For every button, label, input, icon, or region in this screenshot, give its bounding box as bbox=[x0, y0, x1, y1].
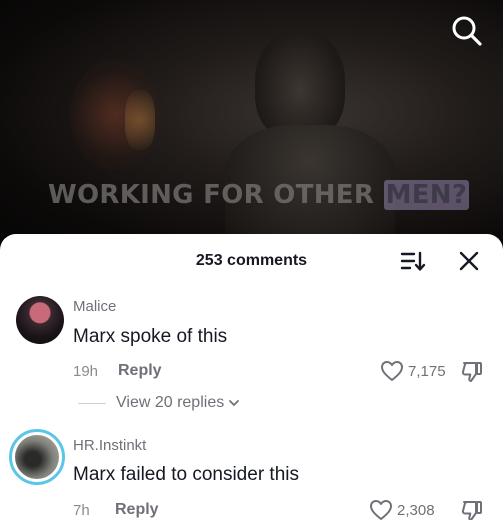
search-icon bbox=[452, 16, 482, 46]
heart-icon bbox=[381, 361, 403, 381]
avatar[interactable] bbox=[9, 429, 65, 485]
comments-header: 253 comments bbox=[0, 234, 503, 286]
avatar[interactable] bbox=[16, 296, 64, 344]
reply-button[interactable]: Reply bbox=[118, 362, 162, 380]
replies-divider bbox=[78, 402, 106, 404]
like-count: 7,175 bbox=[408, 362, 446, 380]
close-icon bbox=[459, 251, 479, 271]
dislike-icon bbox=[461, 501, 482, 520]
comment-count: 253 comments bbox=[195, 252, 308, 269]
dislike-button[interactable] bbox=[460, 499, 484, 520]
dislike-icon bbox=[461, 362, 482, 382]
comment-username[interactable]: HR.Instinkt bbox=[73, 437, 146, 454]
like-button[interactable]: 2,308 bbox=[369, 499, 435, 520]
heart-icon bbox=[370, 500, 392, 520]
chevron-down-icon bbox=[229, 400, 240, 406]
reply-button[interactable]: Reply bbox=[115, 501, 159, 519]
comment-timestamp: 7h bbox=[73, 502, 90, 519]
like-button[interactable]: 7,175 bbox=[380, 360, 446, 382]
search-button[interactable] bbox=[450, 14, 484, 48]
comment-username[interactable]: Malice bbox=[73, 298, 116, 315]
close-button[interactable] bbox=[458, 250, 480, 272]
video-background[interactable]: WORKING FOR OTHER MEN? bbox=[0, 0, 503, 250]
comment-text: Marx failed to consider this bbox=[73, 464, 299, 485]
video-scene-candle bbox=[125, 90, 155, 150]
view-replies-label: View 20 replies bbox=[116, 394, 225, 411]
video-person-head bbox=[255, 30, 345, 140]
video-caption-overlay: WORKING FOR OTHER MEN? bbox=[48, 180, 470, 210]
avatar-image bbox=[15, 435, 59, 479]
sort-icon bbox=[400, 251, 426, 271]
view-replies-button[interactable]: View 20 replies bbox=[78, 394, 240, 412]
video-caption-highlight: MEN? bbox=[383, 180, 470, 210]
video-caption-text: WORKING FOR OTHER bbox=[48, 180, 375, 210]
like-count: 2,308 bbox=[397, 501, 435, 519]
dislike-button[interactable] bbox=[460, 360, 484, 384]
sort-button[interactable] bbox=[400, 250, 426, 272]
comment-timestamp: 19h bbox=[73, 363, 99, 380]
comments-sheet: 253 comments Malice Marx spoke of this 1… bbox=[0, 234, 503, 520]
comment-text: Marx spoke of this bbox=[73, 326, 228, 347]
